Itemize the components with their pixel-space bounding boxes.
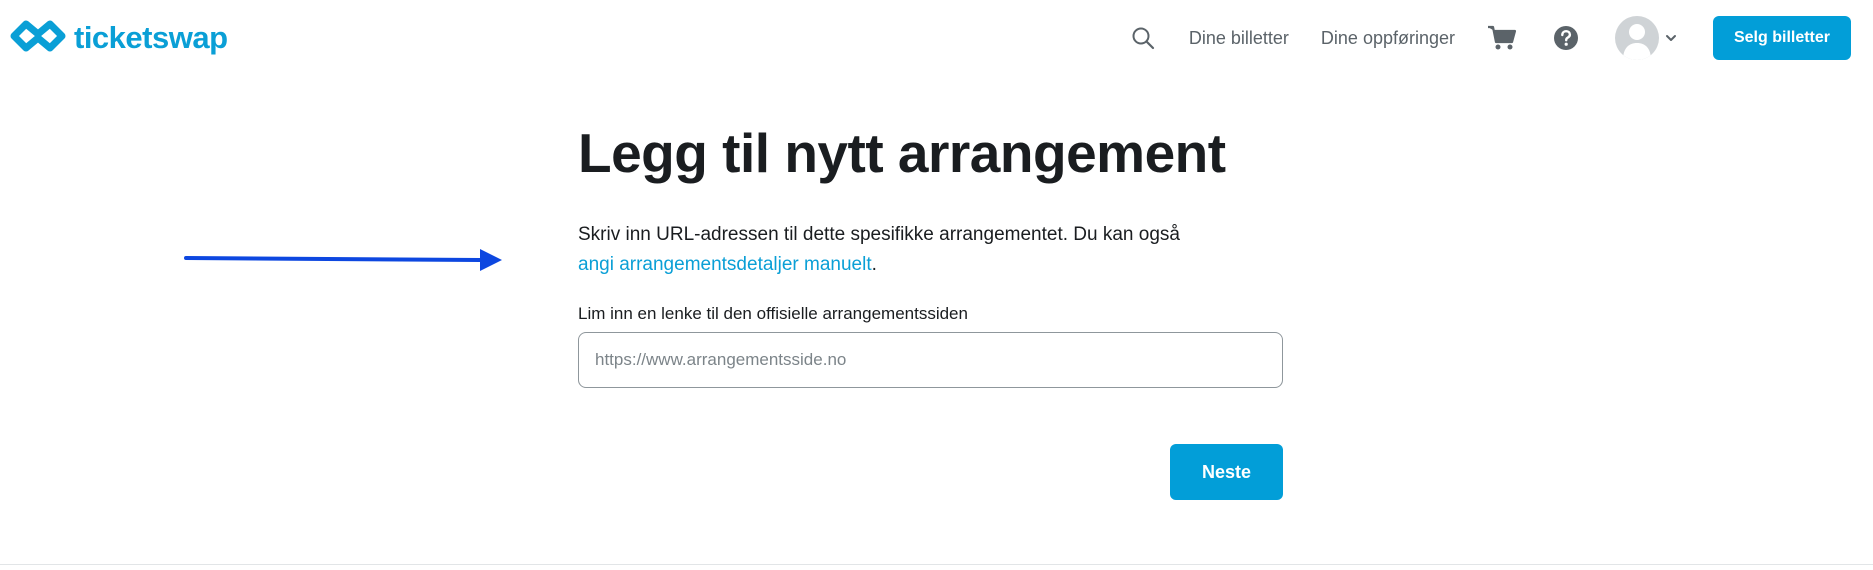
annotation-arrow-icon	[184, 249, 502, 271]
chevron-down-icon	[1666, 35, 1676, 41]
search-icon	[1132, 27, 1154, 50]
sell-tickets-button[interactable]: Selg billetter	[1713, 16, 1851, 60]
help-icon	[1554, 26, 1578, 50]
logo-text: ticketswap	[74, 20, 228, 55]
user-avatar-icon	[1623, 24, 1651, 60]
page-title: Legg til nytt arrangement	[578, 122, 1226, 184]
next-button[interactable]: Neste	[1170, 444, 1283, 500]
avatar	[1615, 16, 1659, 60]
divider	[0, 564, 1873, 565]
logo-link[interactable]: ticketswap	[10, 18, 228, 58]
top-nav: Dine billetter Dine oppføringer Selg bil…	[1131, 16, 1851, 60]
intro-suffix: .	[871, 254, 877, 275]
ticketswap-logo-icon	[10, 20, 66, 52]
page: ticketswap Dine billetter Dine oppføring…	[0, 0, 1873, 570]
nav-link-dine-billetter[interactable]: Dine billetter	[1189, 28, 1289, 49]
cart-icon	[1488, 25, 1517, 50]
manual-details-link[interactable]: angi arrangementsdetaljer manuelt	[578, 254, 872, 275]
account-menu[interactable]	[1615, 16, 1677, 60]
add-event-form: Legg til nytt arrangement Skriv inn URL-…	[578, 118, 1283, 500]
cart-button[interactable]	[1487, 25, 1517, 51]
intro-text: Skriv inn URL-adressen til dette spesifi…	[578, 220, 1283, 280]
help-button[interactable]	[1553, 25, 1579, 51]
url-field-label: Lim inn en lenke til den offisielle arra…	[578, 304, 968, 323]
url-input[interactable]	[578, 332, 1283, 388]
intro-sentence: Skriv inn URL-adressen til dette spesifi…	[578, 224, 1180, 245]
search-button[interactable]	[1131, 26, 1155, 50]
nav-link-dine-oppforinger[interactable]: Dine oppføringer	[1321, 28, 1455, 49]
site-header: ticketswap Dine billetter Dine oppføring…	[0, 0, 1873, 78]
